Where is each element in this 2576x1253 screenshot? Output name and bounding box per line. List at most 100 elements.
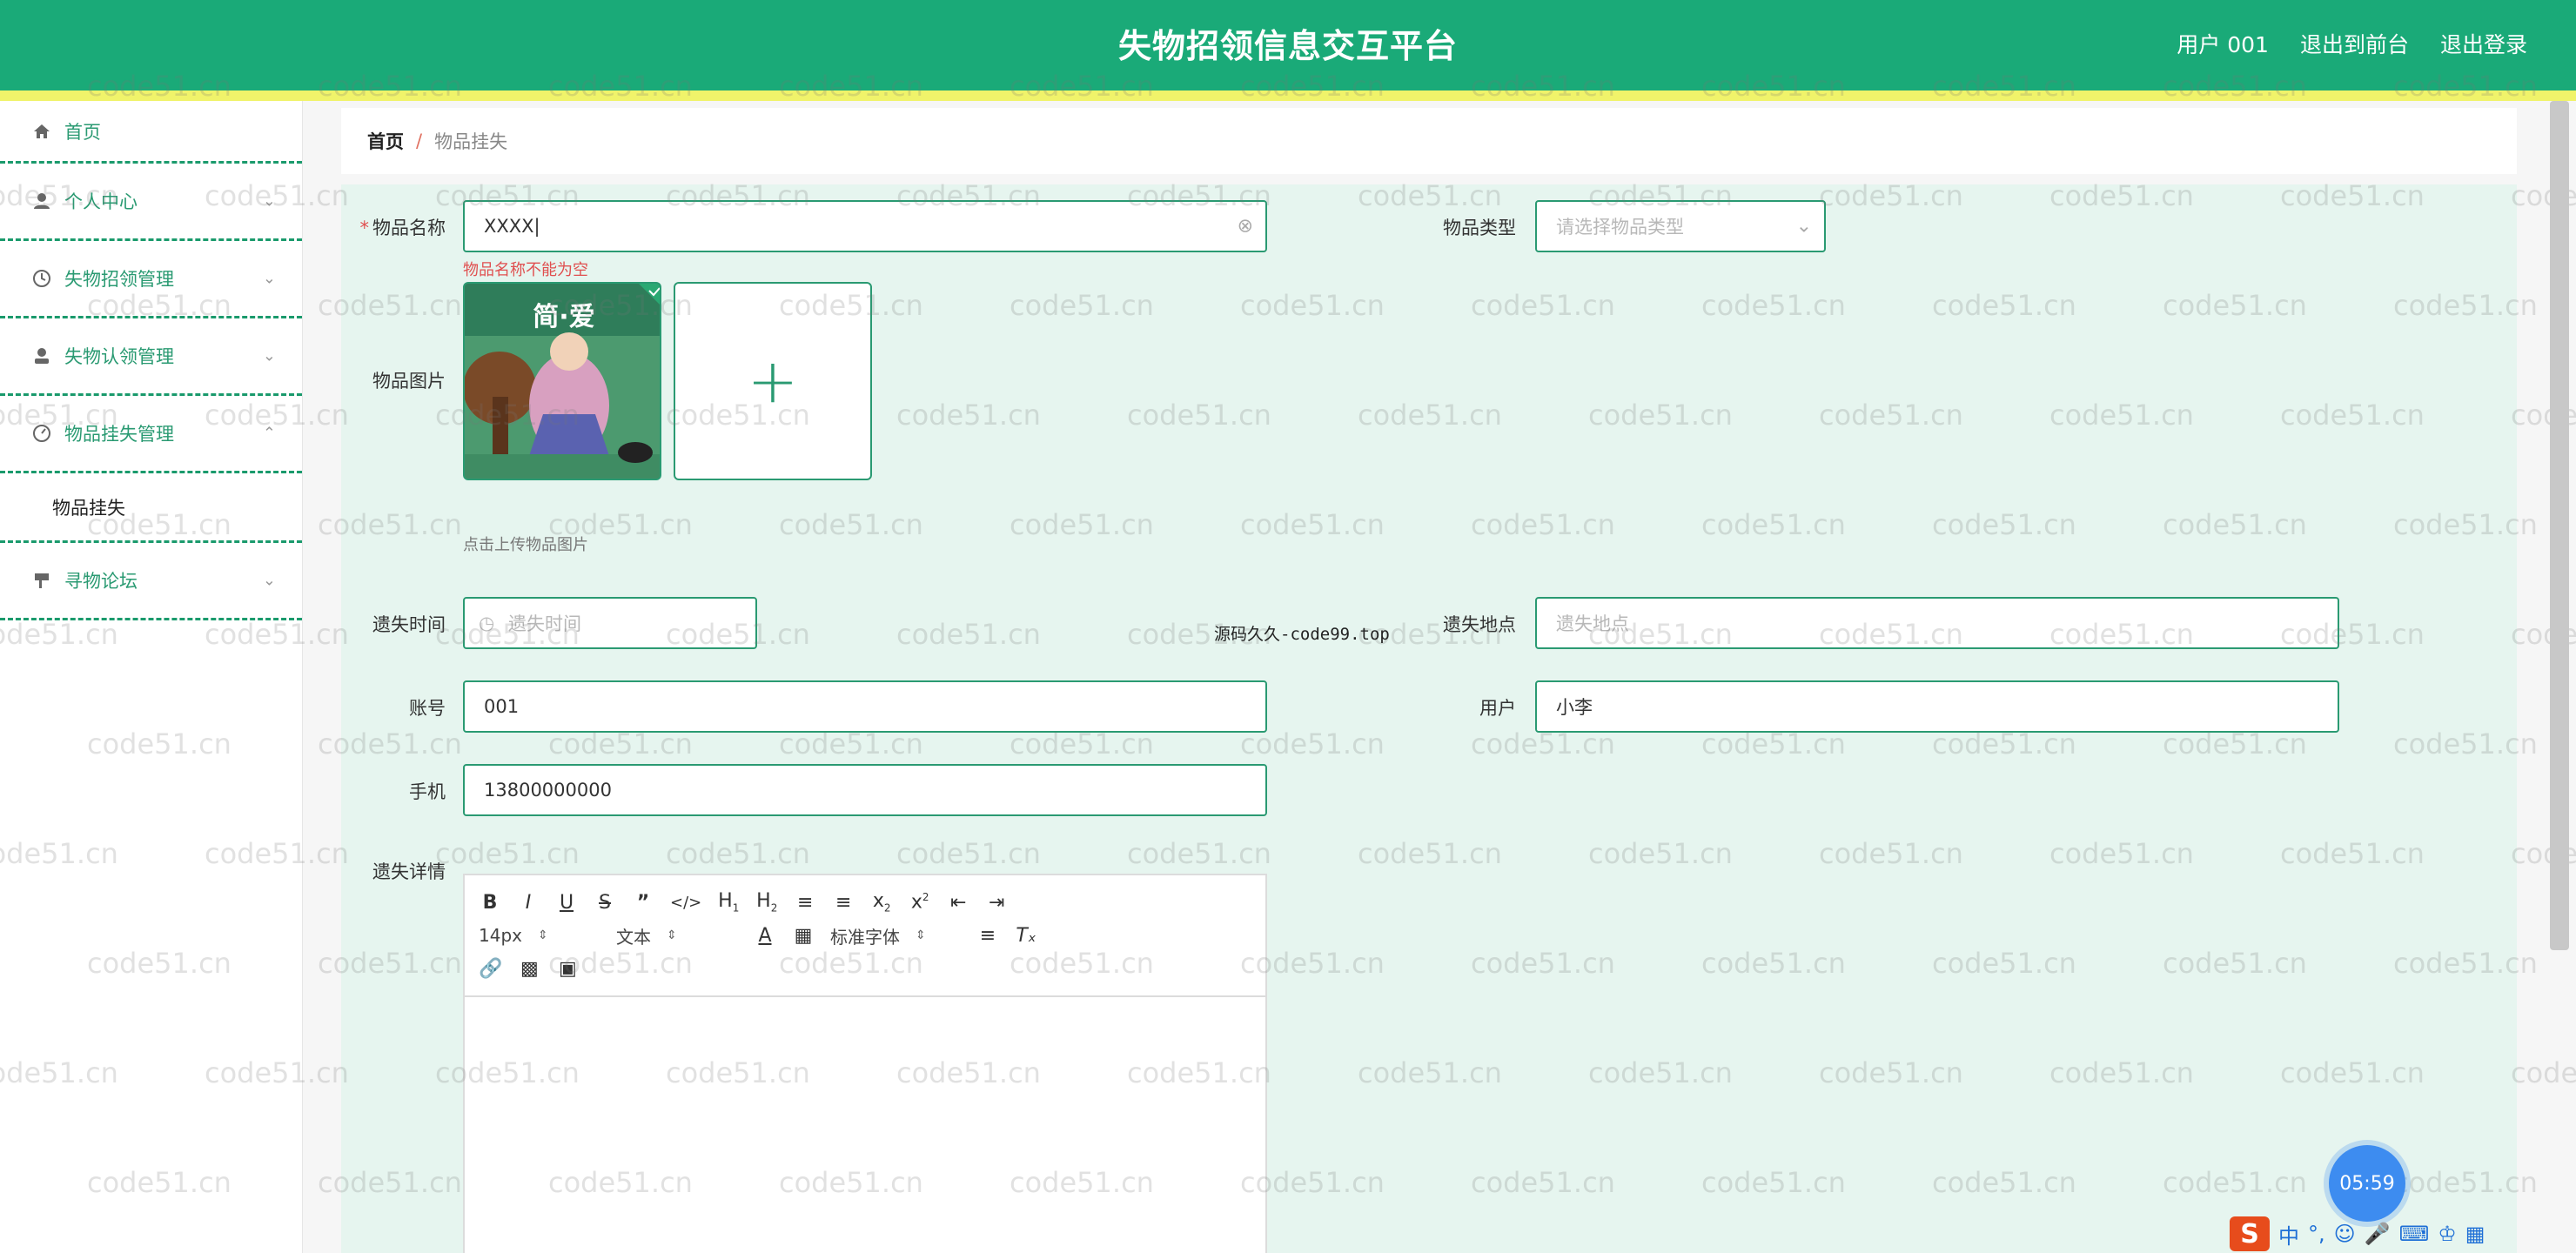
clear-format-icon[interactable]: Tₓ (1015, 925, 1037, 947)
item-name-error: 物品名称不能为空 (463, 261, 588, 279)
sidebar-item-home[interactable]: 首页 (0, 101, 302, 164)
font-family-select[interactable]: 标准字体 ⇕ (830, 923, 961, 948)
underline-icon[interactable]: U (555, 892, 578, 914)
clock-icon (30, 266, 54, 291)
detail-label: 遗失详情 (372, 861, 446, 882)
indent-icon[interactable]: ⇥ (985, 892, 1008, 914)
clear-icon[interactable]: ⊗ (1238, 216, 1253, 238)
phone-label: 手机 (409, 781, 446, 802)
breadcrumb-home[interactable]: 首页 (367, 128, 404, 154)
thumbnail-title: 简·爱 (533, 302, 594, 332)
sidebar-item-profile[interactable]: 个人中心 ⌄ (0, 164, 302, 241)
chevron-down-icon: ⌄ (262, 269, 276, 288)
grid-icon[interactable]: ▦ (2465, 1222, 2485, 1246)
sidebar-item-label: 寻物论坛 (64, 571, 138, 592)
breadcrumb-separator: / (416, 131, 423, 151)
lost-place-label: 遗失地点 (1443, 614, 1516, 635)
name-label: * 物品名称 (359, 218, 446, 238)
user-label: 用户 (1479, 698, 1516, 719)
watermark-text: code51.cn (2511, 1056, 2576, 1089)
app-header: 失物招领信息交互平台 用户 001 退出到前台 退出登录 (0, 0, 2576, 90)
text-style-select[interactable]: 文本 ⇕ (616, 923, 738, 948)
italic-icon[interactable]: I (517, 892, 540, 914)
header-accent-bar (0, 90, 2576, 101)
sidebar-item-report-loss[interactable]: 物品挂失管理 ⌃ (0, 396, 302, 473)
chevron-down-icon: ⌄ (1795, 215, 1812, 238)
user-account-link[interactable]: 用户 001 (2177, 28, 2269, 59)
item-type-select[interactable]: 请选择物品类型 ⌄ (1535, 200, 1826, 252)
account-input[interactable]: 001 (463, 680, 1267, 733)
add-image-button[interactable]: + (674, 282, 872, 480)
header-links: 用户 001 退出到前台 退出登录 (2177, 28, 2527, 59)
align-icon[interactable]: ≡ (976, 925, 999, 947)
account-label: 账号 (409, 698, 446, 719)
sidebar-item-label: 物品挂失 (52, 497, 125, 519)
source-watermark: 源码久久-code99.top (1214, 625, 1390, 644)
floating-clock[interactable]: 05:59 (2329, 1145, 2405, 1222)
link-icon[interactable]: 🔗 (479, 958, 502, 980)
chevron-down-icon: ⌄ (262, 191, 276, 211)
outdent-icon[interactable]: ⇤ (947, 892, 969, 914)
item-name-input[interactable]: XXXX | ⊗ (463, 200, 1267, 252)
sidebar-item-label: 失物认领管理 (64, 346, 174, 367)
superscript-icon[interactable]: x2 (909, 891, 931, 913)
keyboard-icon[interactable]: ⌨ (2399, 1222, 2430, 1246)
blockquote-icon[interactable]: ” (632, 892, 654, 914)
sidebar-item-forum[interactable]: 寻物论坛 ⌄ (0, 543, 302, 620)
plus-icon: + (747, 345, 799, 417)
font-color-icon[interactable]: A (754, 925, 776, 947)
user-input[interactable]: 小李 (1535, 680, 2339, 733)
sidebar-item-label: 失物招领管理 (64, 269, 174, 290)
lost-time-picker[interactable]: ◷ 遗失时间 (463, 597, 757, 649)
video-icon[interactable]: ▣ (556, 958, 579, 980)
image-upload-hint: 点击上传物品图片 (463, 536, 588, 554)
skin-icon[interactable]: ♔ (2438, 1222, 2457, 1246)
user-icon (30, 189, 54, 213)
sogou-logo-icon[interactable]: S (2230, 1216, 2270, 1251)
uploaded-image-thumbnail[interactable]: 简·爱 (463, 282, 661, 480)
subscript-icon[interactable]: x2 (870, 890, 893, 914)
background-color-icon[interactable]: ▦ (792, 925, 815, 947)
ime-toolbar: S 中 °, ☺ 🎤 ⌨ ♔ ▦ (2230, 1215, 2485, 1253)
heading2-icon[interactable]: H2 (755, 890, 778, 914)
sidebar-subitem-report-loss[interactable]: 物品挂失 (0, 473, 302, 543)
sidebar-item-lost-found[interactable]: 失物招领管理 ⌄ (0, 241, 302, 318)
ordered-list-icon[interactable]: ≡ (794, 892, 816, 914)
heading1-icon[interactable]: H1 (717, 890, 740, 914)
sidebar-item-label: 首页 (64, 121, 101, 143)
back-to-front-link[interactable]: 退出到前台 (2300, 28, 2409, 59)
lost-place-input[interactable]: 遗失地点 (1535, 597, 2339, 649)
bullet-list-icon[interactable]: ≡ (832, 892, 855, 914)
sidebar-item-label: 个人中心 (64, 191, 138, 212)
image-label: 物品图片 (372, 371, 446, 392)
page-scrollbar[interactable] (2550, 101, 2569, 950)
sidebar-item-label: 物品挂失管理 (64, 424, 174, 445)
strikethrough-icon[interactable]: S (594, 892, 616, 914)
person-icon (30, 344, 54, 368)
breadcrumb-current: 物品挂失 (434, 131, 508, 152)
home-icon (30, 119, 54, 144)
gauge-icon (30, 421, 54, 446)
editor-toolbar: B I U S ” </> H1 H2 ≡ ≡ x2 x2 ⇤ ⇥ 14px ⇕ … (465, 875, 1265, 997)
bold-icon[interactable]: B (479, 892, 501, 914)
chevron-up-icon: ⌃ (262, 424, 276, 443)
type-label: 物品类型 (1443, 218, 1516, 238)
logout-link[interactable]: 退出登录 (2440, 28, 2527, 59)
editor-content-area[interactable] (465, 997, 1265, 1253)
code-block-icon[interactable]: </> (670, 894, 701, 912)
lost-time-label: 遗失时间 (372, 614, 446, 635)
emoji-icon[interactable]: ☺ (2334, 1222, 2356, 1246)
ime-mode[interactable]: 中 (2278, 1219, 2299, 1250)
microphone-icon[interactable]: 🎤 (2365, 1222, 2391, 1246)
flag-icon (30, 568, 54, 593)
image-icon[interactable]: ▩ (518, 958, 540, 980)
sidebar-item-claim[interactable]: 失物认领管理 ⌄ (0, 318, 302, 396)
clock-icon: ◷ (479, 613, 495, 633)
sidebar: 首页 个人中心 ⌄ 失物招领管理 ⌄ 失物认领管理 ⌄ 物品挂失管理 ⌃ 物品挂… (0, 101, 303, 1253)
breadcrumb: 首页 / 物品挂失 (341, 108, 2517, 174)
font-size-select[interactable]: 14px ⇕ (479, 925, 600, 946)
rich-text-editor: B I U S ” </> H1 H2 ≡ ≡ x2 x2 ⇤ ⇥ 14px ⇕ … (463, 874, 1267, 1253)
punctuation-icon[interactable]: °, (2308, 1222, 2325, 1246)
chevron-down-icon: ⌄ (262, 346, 276, 365)
phone-input[interactable]: 13800000000 (463, 764, 1267, 816)
